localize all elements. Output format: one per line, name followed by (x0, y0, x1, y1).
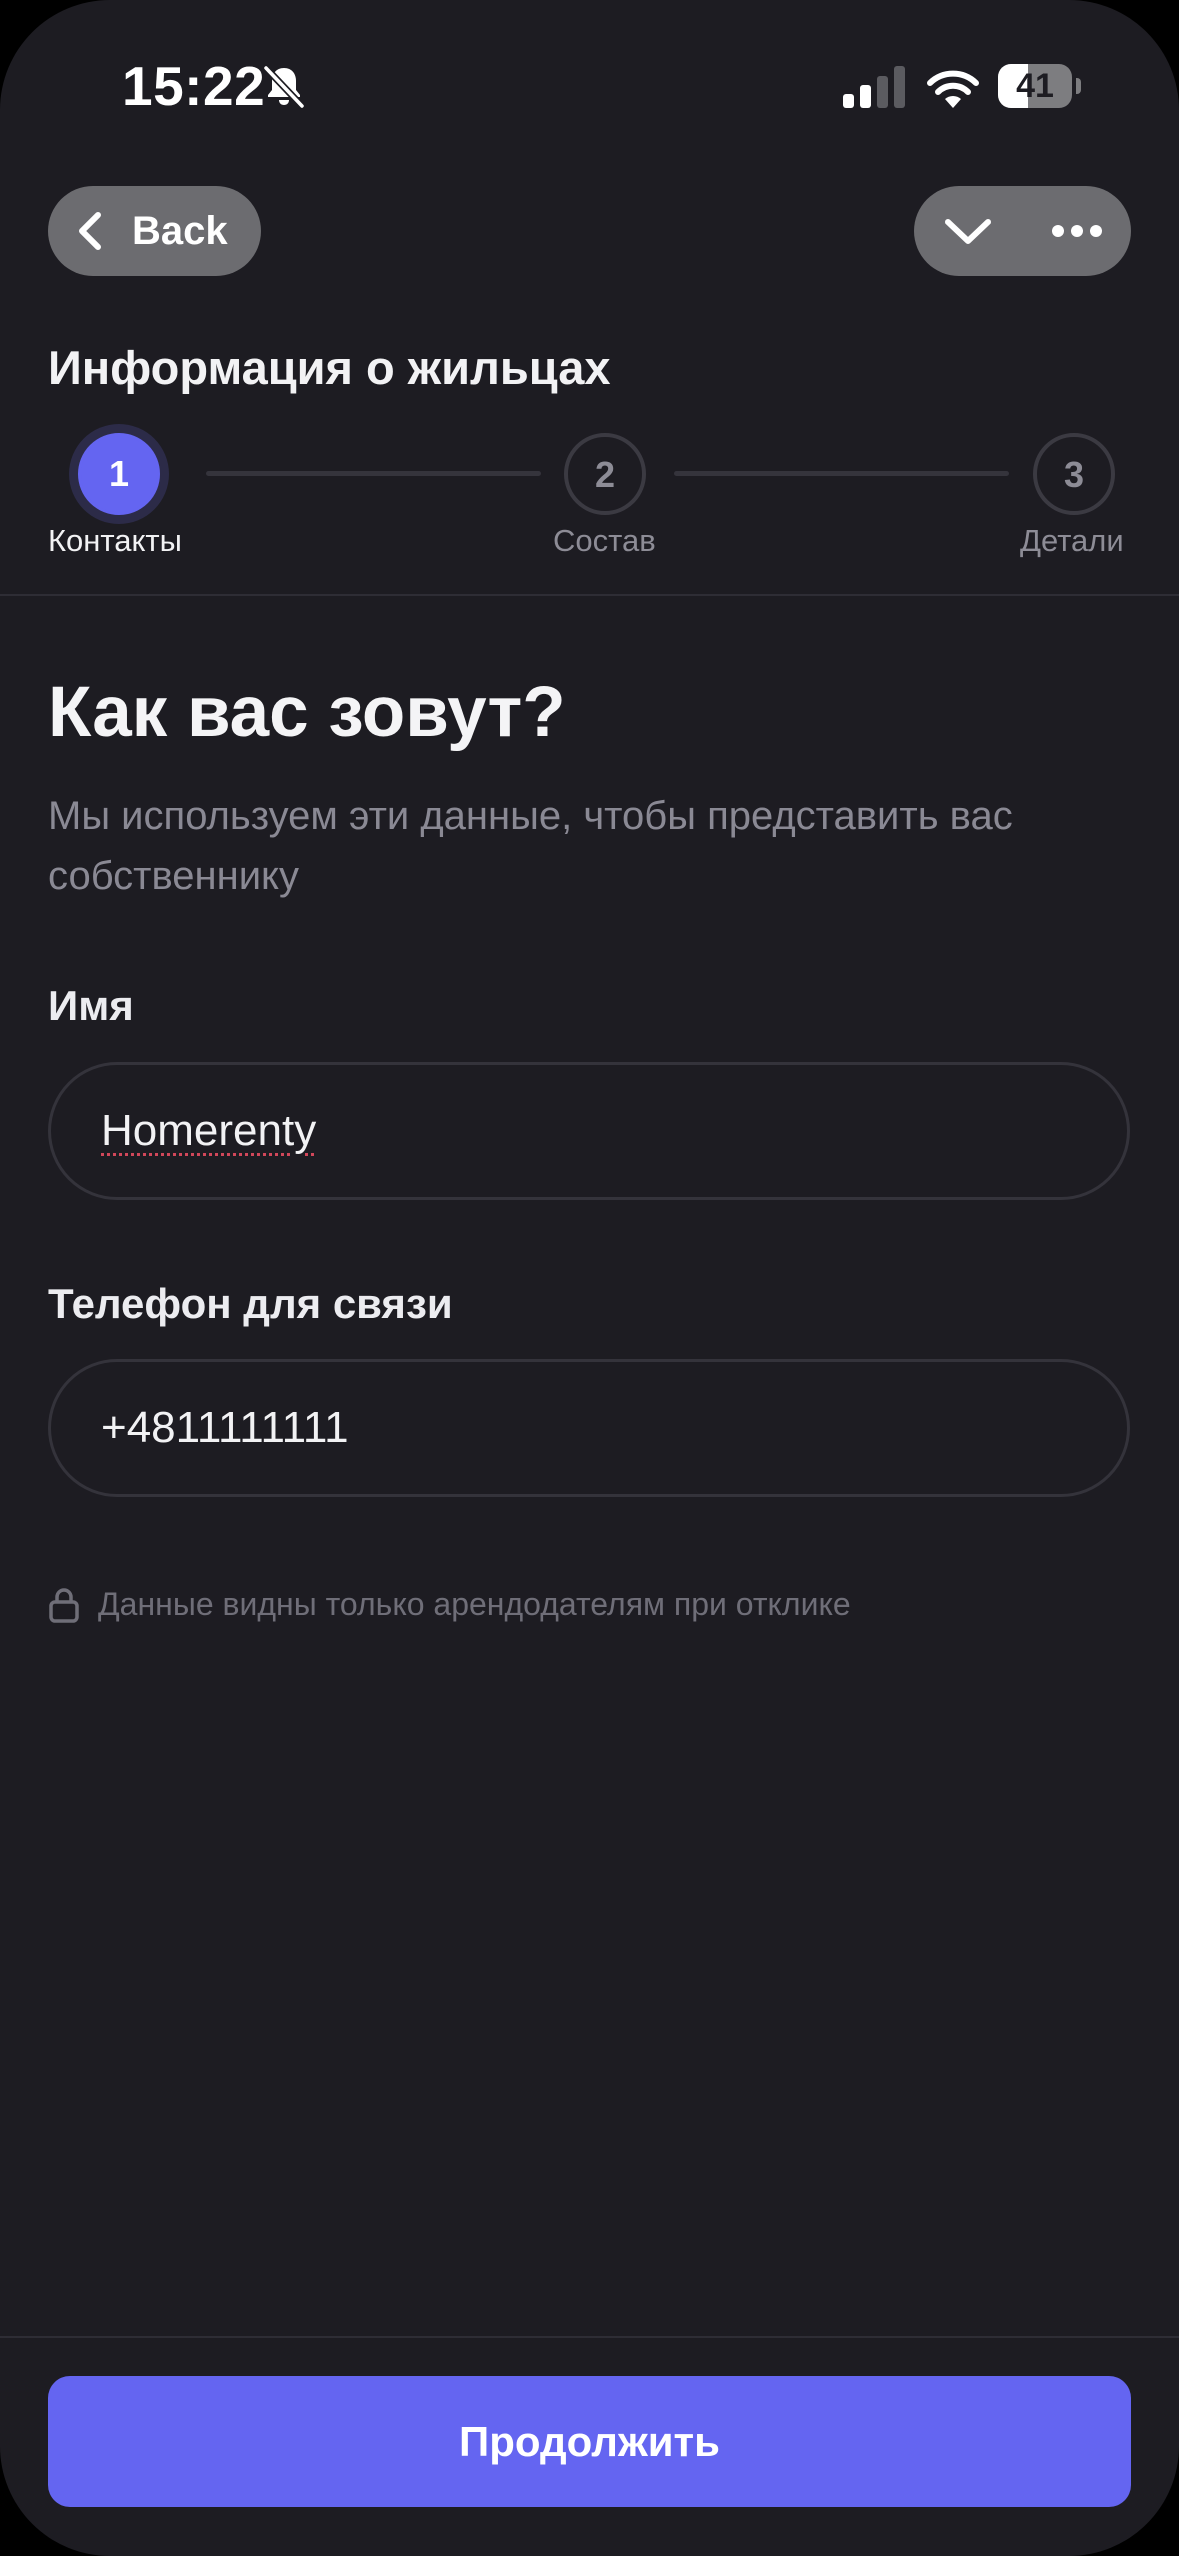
privacy-text: Данные видны только арендодателям при от… (98, 1586, 851, 1622)
app-screen: 15:22 41 Back Информация о жильцах 1 2 3… (0, 0, 1179, 2556)
stepper-divider (0, 594, 1179, 596)
continue-button[interactable]: Продолжить (48, 2376, 1131, 2507)
name-input[interactable]: Homerenty (48, 1062, 1130, 1200)
name-value: Homerenty (101, 1106, 317, 1155)
phone-label: Телефон для связи (48, 1280, 453, 1327)
step-connector (674, 471, 1009, 476)
step-connector (206, 471, 541, 476)
step-3-indicator: 3 (1033, 433, 1115, 515)
step-2-indicator: 2 (564, 433, 646, 515)
lock-icon (49, 1587, 79, 1623)
step-1-indicator: 1 (78, 433, 160, 515)
privacy-note: Данные видны только арендодателям при от… (48, 1586, 851, 1623)
phone-input[interactable]: +4811111111 (48, 1359, 1130, 1497)
page-subtitle: Мы используем эти данные, чтобы представ… (48, 794, 1013, 898)
step-2-label: Состав (553, 523, 656, 558)
phone-value: +4811111111 (101, 1403, 349, 1452)
name-label: Имя (48, 982, 134, 1029)
step-1-label: Контакты (48, 523, 182, 558)
progress-stepper: 1 2 3 Контакты Состав Детали (0, 0, 1179, 600)
step-3-label: Детали (1020, 523, 1124, 558)
footer-divider (0, 2336, 1179, 2338)
page-title: Как вас зовут? (48, 673, 566, 752)
